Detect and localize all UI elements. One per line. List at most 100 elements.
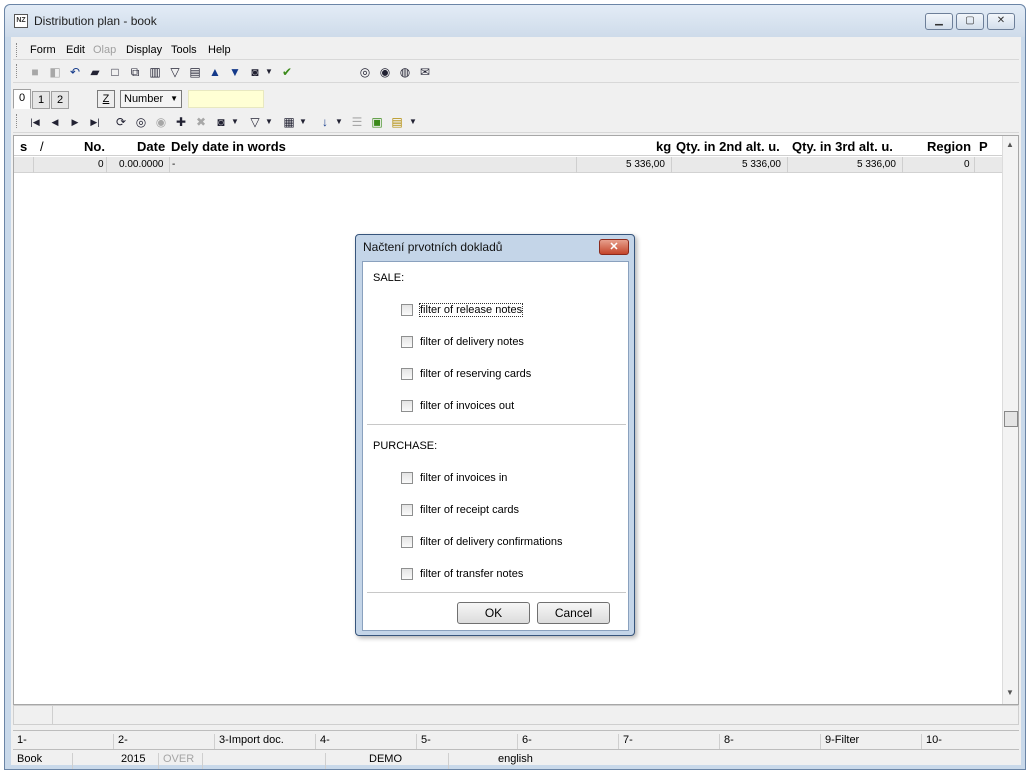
checkbox-box[interactable] [401,536,413,548]
fkey-2[interactable]: 2- [114,734,215,750]
col-header-region[interactable]: Region [927,139,971,154]
filter-icon[interactable]: ▽ [167,64,183,80]
fkey-4[interactable]: 4- [316,734,417,750]
checkbox-box[interactable] [401,304,413,316]
cancel-button[interactable]: Cancel [537,602,610,624]
chevron-down-icon[interactable]: ▼ [265,114,273,130]
checkbox-box[interactable] [401,368,413,380]
maximize-button[interactable]: ▢ [956,13,984,30]
tab-1[interactable]: 1 [32,91,50,109]
previous-record-icon[interactable]: ◀ [47,114,63,130]
checkbox-box[interactable] [401,472,413,484]
columns-icon[interactable]: ▤ [389,114,405,130]
move-down-icon[interactable]: ▼ [227,64,243,80]
checkbox-label[interactable]: filter of reserving cards [420,368,531,380]
col-header-qty2[interactable]: Qty. in 2nd alt. u. [676,139,780,154]
chevron-down-icon[interactable]: ▼ [231,114,239,130]
copy-icon[interactable]: ⧉ [127,64,143,80]
remove-record-icon[interactable]: ✖ [193,114,209,130]
fkey-8[interactable]: 8- [720,734,821,750]
fkey-9-filter[interactable]: 9-Filter [821,734,922,750]
find-next-icon[interactable]: ◉ [153,114,169,130]
fkey-10[interactable]: 10- [922,734,1019,750]
menu-display[interactable]: Display [126,44,162,56]
chevron-down-icon[interactable]: ▼ [409,114,417,130]
form-icon[interactable]: ▦ [281,114,297,130]
excel-icon[interactable]: ▣ [369,114,385,130]
sort-icon[interactable]: ↓ [317,114,333,130]
last-record-icon[interactable]: ▶| [87,114,103,130]
checkbox-label[interactable]: filter of invoices out [420,400,514,412]
fkey-6[interactable]: 6- [518,734,619,750]
checkbox-box[interactable] [401,568,413,580]
menu-form[interactable]: Form [30,44,56,56]
col-header-s[interactable]: s [20,139,27,154]
move-up-icon[interactable]: ▲ [207,64,223,80]
menu-olap[interactable]: Olap [93,44,116,56]
dialog-close-button[interactable]: ✕ [599,239,629,255]
sort-combo[interactable]: Number ▼ [120,90,182,108]
search-input[interactable] [188,90,264,108]
vertical-scrollbar[interactable]: ▲ ▼ [1002,136,1018,704]
camera-icon[interactable]: ◙ [213,114,229,130]
next-record-icon[interactable]: ▶ [67,114,83,130]
new-document-icon[interactable]: □ [107,64,123,80]
checkbox-label[interactable]: filter of invoices in [420,472,507,484]
col-header-date[interactable]: Date [137,139,165,154]
fkey-5[interactable]: 5- [417,734,518,750]
export-icon[interactable]: ✔ [279,64,295,80]
find-icon[interactable]: ◎ [133,114,149,130]
save-as-icon[interactable]: ◧ [47,64,63,80]
col-header-dely-date[interactable]: Dely date in words [171,139,286,154]
delete-icon[interactable]: ▤ [187,64,203,80]
col-header-slash[interactable]: / [40,139,44,154]
scroll-up-icon[interactable]: ▲ [1006,140,1014,149]
checkbox-label[interactable]: filter of receipt cards [420,504,519,516]
fkey-3-import[interactable]: 3-Import doc. [215,734,316,750]
save-icon[interactable]: ■ [27,64,43,80]
scrollbar-thumb[interactable] [1004,411,1018,427]
fkey-7[interactable]: 7- [619,734,720,750]
menu-tools[interactable]: Tools [171,44,197,56]
mail-icon[interactable]: ✉ [417,64,433,80]
tab-2[interactable]: 2 [51,91,69,109]
open-folder-icon[interactable]: ▰ [87,64,103,80]
col-header-no[interactable]: No. [84,139,105,154]
add-record-icon[interactable]: ✚ [173,114,189,130]
menu-help[interactable]: Help [208,44,231,56]
z-button[interactable]: Z [97,90,115,108]
col-header-qty3[interactable]: Qty. in 3rd alt. u. [792,139,893,154]
checkbox-label[interactable]: filter of delivery notes [420,336,524,348]
title-bar[interactable]: NZ Distribution plan - book ▁ ▢ ✕ [5,5,1025,37]
undo-icon[interactable]: ↶ [67,64,83,80]
refresh-icon[interactable]: ⟳ [113,114,129,130]
scroll-down-icon[interactable]: ▼ [1006,688,1014,697]
find-icon[interactable]: ◎ [357,64,373,80]
chevron-down-icon[interactable]: ▼ [299,114,307,130]
checkbox-label[interactable]: filter of release notes [418,303,524,317]
checkbox-label[interactable]: filter of transfer notes [420,568,523,580]
filter-icon[interactable]: ▽ [247,114,263,130]
find-next-icon[interactable]: ◉ [377,64,393,80]
camera-icon[interactable]: ◙ [247,64,263,80]
checkbox-box[interactable] [401,336,413,348]
first-record-icon[interactable]: |◀ [27,114,43,130]
book-icon[interactable]: ▥ [147,64,163,80]
checkbox-label[interactable]: filter of delivery confirmations [420,536,562,548]
table-row[interactable]: 0 0.00.0000 - 5 336,00 5 336,00 5 336,00… [14,157,1002,173]
chevron-down-icon[interactable]: ▼ [335,114,343,130]
minimize-button[interactable]: ▁ [925,13,953,30]
col-header-kg[interactable]: kg [656,139,671,154]
find-replace-icon[interactable]: ◍ [397,64,413,80]
chevron-down-icon[interactable]: ▼ [265,64,273,80]
menu-edit[interactable]: Edit [66,44,85,56]
ok-button[interactable]: OK [457,602,530,624]
toolbar-grip[interactable] [16,64,19,78]
toolbar-grip[interactable] [16,114,19,128]
menu-grip[interactable] [16,43,19,57]
tab-0[interactable]: 0 [13,89,31,109]
close-button[interactable]: ✕ [987,13,1015,30]
col-header-p[interactable]: P [979,139,988,154]
list-icon[interactable]: ☰ [349,114,365,130]
checkbox-box[interactable] [401,400,413,412]
